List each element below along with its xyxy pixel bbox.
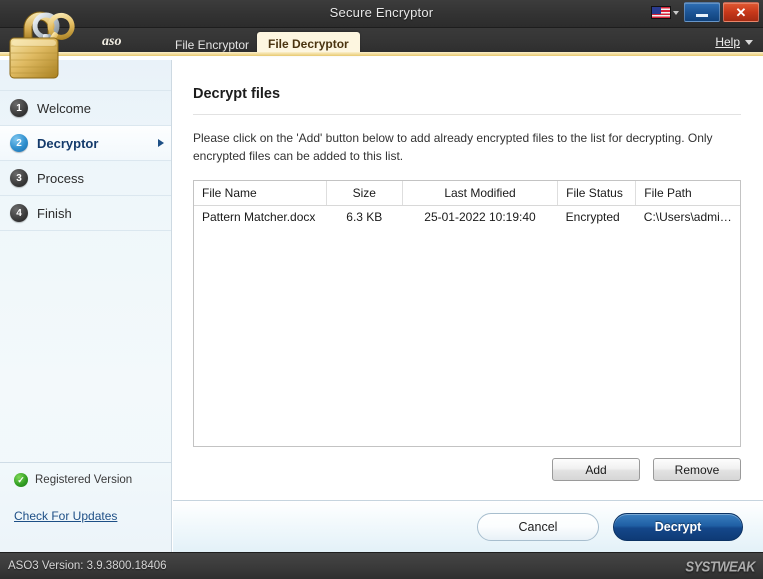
help-menu[interactable]: Help bbox=[715, 35, 753, 49]
window-controls: ✕ bbox=[649, 2, 759, 22]
minimize-button[interactable] bbox=[684, 2, 720, 22]
help-menu-label: Help bbox=[715, 35, 740, 49]
column-header-file-status[interactable]: File Status bbox=[557, 181, 637, 206]
sidebar-nav: 1 Welcome 2 Decryptor 3 Process 4 Finish bbox=[0, 90, 171, 231]
registered-version-label: Registered Version bbox=[35, 474, 133, 486]
page-description: Please click on the 'Add' button below t… bbox=[193, 131, 713, 163]
status-bar: ASO3 Version: 3.9.3800.18406 SYSTWEAK bbox=[0, 552, 763, 579]
chevron-down-icon bbox=[673, 11, 679, 15]
remove-button[interactable]: Remove bbox=[653, 458, 741, 481]
column-header-file-name[interactable]: File Name bbox=[194, 181, 327, 206]
sidebar-footer: ✓ Registered Version Check For Updates bbox=[0, 462, 171, 552]
table-header: File Name Size Last Modified File Status… bbox=[194, 181, 740, 206]
file-list-table: File Name Size Last Modified File Status… bbox=[194, 181, 740, 228]
sidebar-item-welcome[interactable]: 1 Welcome bbox=[0, 90, 171, 126]
watermark-logo: SYSTWEAK bbox=[685, 557, 755, 575]
step-number-badge: 3 bbox=[10, 169, 28, 187]
cell-file-path: C:\Users\admin... bbox=[643, 210, 737, 224]
us-flag-icon bbox=[651, 5, 671, 19]
tabbar-accent-stripe bbox=[0, 52, 763, 56]
version-text: ASO3 Version: 3.9.3800.18406 bbox=[8, 560, 167, 572]
title-bar: Secure Encryptor ✕ bbox=[0, 0, 763, 28]
sidebar-item-label: Decryptor bbox=[37, 135, 99, 151]
sidebar-item-finish[interactable]: 4 Finish bbox=[0, 195, 171, 231]
page-title: Decrypt files bbox=[193, 86, 281, 102]
cell-size: 6.3 KB bbox=[346, 210, 383, 224]
wizard-footer: Cancel Decrypt bbox=[173, 500, 763, 552]
close-icon: ✕ bbox=[735, 4, 747, 20]
registration-status: ✓ Registered Version bbox=[14, 473, 171, 487]
close-button[interactable]: ✕ bbox=[723, 2, 759, 22]
title-divider bbox=[193, 114, 741, 115]
application-window: Secure Encryptor ✕ aso File Encryptor Fi… bbox=[0, 0, 763, 579]
chevron-right-icon bbox=[158, 139, 164, 147]
table-row[interactable]: Pattern Matcher.docx 6.3 KB 25-01-2022 1… bbox=[194, 206, 740, 229]
sidebar: 1 Welcome 2 Decryptor 3 Process 4 Finish… bbox=[0, 60, 172, 552]
step-number-badge: 4 bbox=[10, 204, 28, 222]
sidebar-item-process[interactable]: 3 Process bbox=[0, 160, 171, 196]
chevron-down-icon bbox=[745, 39, 753, 45]
column-header-size[interactable]: Size bbox=[326, 181, 403, 206]
step-number-badge: 1 bbox=[10, 99, 28, 117]
check-for-updates-link[interactable]: Check For Updates bbox=[14, 509, 117, 523]
sidebar-item-decryptor[interactable]: 2 Decryptor bbox=[0, 125, 171, 161]
add-button[interactable]: Add bbox=[552, 458, 640, 481]
cell-file-name: Pattern Matcher.docx bbox=[202, 210, 316, 224]
table-header-row: File Name Size Last Modified File Status… bbox=[194, 181, 740, 206]
file-action-buttons: Add Remove bbox=[193, 458, 741, 481]
file-list-table-container[interactable]: File Name Size Last Modified File Status… bbox=[193, 180, 741, 447]
cell-last-modified: 25-01-2022 10:19:40 bbox=[424, 210, 536, 224]
cancel-button[interactable]: Cancel bbox=[477, 512, 599, 541]
cell-file-status: Encrypted bbox=[565, 210, 620, 224]
language-selector[interactable] bbox=[649, 5, 681, 20]
tab-file-decryptor-label: File Decryptor bbox=[268, 37, 349, 51]
sidebar-item-label: Welcome bbox=[37, 100, 91, 116]
step-number-badge: 2 bbox=[10, 134, 28, 152]
decrypt-button[interactable]: Decrypt bbox=[613, 512, 743, 541]
tab-file-encryptor-label: File Encryptor bbox=[175, 37, 250, 52]
green-check-icon: ✓ bbox=[14, 473, 28, 487]
minimize-icon bbox=[696, 13, 708, 17]
sidebar-item-label: Finish bbox=[37, 205, 72, 221]
column-header-file-path[interactable]: File Path bbox=[635, 181, 740, 206]
column-header-last-modified[interactable]: Last Modified bbox=[402, 181, 559, 206]
brand-logo-text: aso bbox=[102, 34, 122, 49]
table-body: Pattern Matcher.docx 6.3 KB 25-01-2022 1… bbox=[194, 206, 740, 229]
sidebar-item-label: Process bbox=[37, 170, 84, 186]
tab-bar: aso File Encryptor File Decryptor Help bbox=[0, 28, 763, 56]
main-panel: Decrypt files Please click on the 'Add' … bbox=[173, 60, 763, 500]
